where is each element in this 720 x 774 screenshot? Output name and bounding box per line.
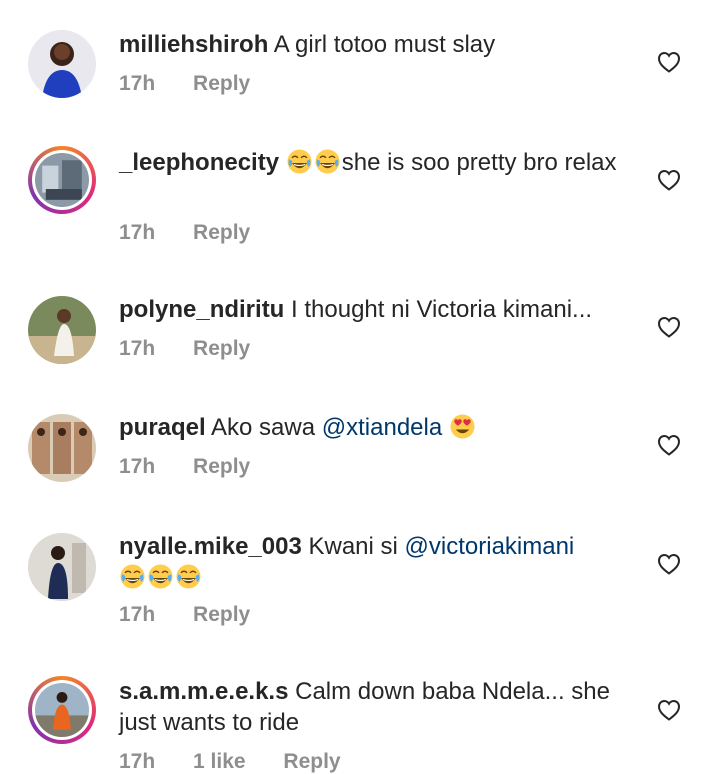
like-count[interactable]: 1 like bbox=[193, 750, 246, 773]
comment-body: A girl totoo must slay bbox=[273, 31, 496, 58]
comment-username[interactable]: _leephonecity bbox=[119, 149, 279, 176]
reply-button[interactable]: Reply bbox=[193, 603, 250, 626]
reply-button[interactable]: Reply bbox=[193, 221, 250, 244]
avatar[interactable] bbox=[28, 30, 96, 98]
laugh-cry-emoji-icon bbox=[175, 563, 202, 590]
comment-time: 17h bbox=[119, 337, 156, 360]
comment-body: Kwani si bbox=[308, 533, 398, 560]
comment-time: 17h bbox=[119, 603, 156, 626]
comment-time: 17h bbox=[119, 72, 156, 95]
comment-body: I thought ni Victoria kimani... bbox=[291, 296, 593, 323]
avatar[interactable] bbox=[28, 676, 96, 744]
comment-meta: 17h Reply bbox=[119, 603, 282, 627]
comment-text: s.a.m.m.e.e.k.s Calm down baba Ndela... … bbox=[119, 676, 639, 738]
avatar[interactable] bbox=[28, 414, 96, 482]
reply-button[interactable]: Reply bbox=[193, 337, 250, 360]
comment-body: she is soo pretty bro relax bbox=[341, 149, 617, 176]
comment-username[interactable]: s.a.m.m.e.e.k.s bbox=[119, 678, 288, 705]
heart-outline-icon[interactable] bbox=[657, 699, 681, 721]
comment-meta: 17h Reply bbox=[119, 221, 282, 245]
avatar[interactable] bbox=[28, 146, 96, 214]
reply-button[interactable]: Reply bbox=[193, 455, 250, 478]
mention-link[interactable]: @xtiandela bbox=[322, 414, 442, 441]
heart-outline-icon[interactable] bbox=[657, 316, 681, 338]
comment-meta: 17h 1 like Reply bbox=[119, 750, 373, 774]
comment-username[interactable]: puraqel bbox=[119, 414, 206, 441]
comment-username[interactable]: nyalle.mike_003 bbox=[119, 533, 302, 560]
comment-time: 17h bbox=[119, 750, 156, 773]
comment-text: nyalle.mike_003 Kwani si @victoriakimani bbox=[119, 531, 639, 593]
heart-outline-icon[interactable] bbox=[657, 434, 681, 456]
heart-outline-icon[interactable] bbox=[657, 169, 681, 191]
comment-text: polyne_ndiritu I thought ni Victoria kim… bbox=[119, 294, 639, 325]
comment-text: milliehshiroh A girl totoo must slay bbox=[119, 29, 639, 60]
laugh-cry-emoji-icon bbox=[314, 148, 341, 175]
reply-button[interactable]: Reply bbox=[193, 72, 250, 95]
mention-link[interactable]: @victoriakimani bbox=[405, 533, 575, 560]
laugh-cry-emoji-icon bbox=[147, 563, 174, 590]
avatar[interactable] bbox=[28, 296, 96, 364]
comment-username[interactable]: milliehshiroh bbox=[119, 31, 268, 58]
comment-text: _leephonecity she is soo pretty bro rela… bbox=[119, 147, 639, 178]
comment-text: puraqel Ako sawa @xtiandela bbox=[119, 412, 639, 443]
comment-meta: 17h Reply bbox=[119, 455, 282, 479]
heart-outline-icon[interactable] bbox=[657, 553, 681, 575]
comment-username[interactable]: polyne_ndiritu bbox=[119, 296, 284, 323]
comment-time: 17h bbox=[119, 221, 156, 244]
avatar[interactable] bbox=[28, 533, 96, 601]
laugh-cry-emoji-icon bbox=[286, 148, 313, 175]
reply-button[interactable]: Reply bbox=[283, 750, 340, 773]
comment-time: 17h bbox=[119, 455, 156, 478]
heart-eyes-emoji-icon bbox=[449, 413, 476, 440]
laugh-cry-emoji-icon bbox=[119, 563, 146, 590]
comment-meta: 17h Reply bbox=[119, 72, 282, 96]
comment-meta: 17h Reply bbox=[119, 337, 282, 361]
heart-outline-icon[interactable] bbox=[657, 51, 681, 73]
comment-body: Ako sawa bbox=[211, 414, 316, 441]
